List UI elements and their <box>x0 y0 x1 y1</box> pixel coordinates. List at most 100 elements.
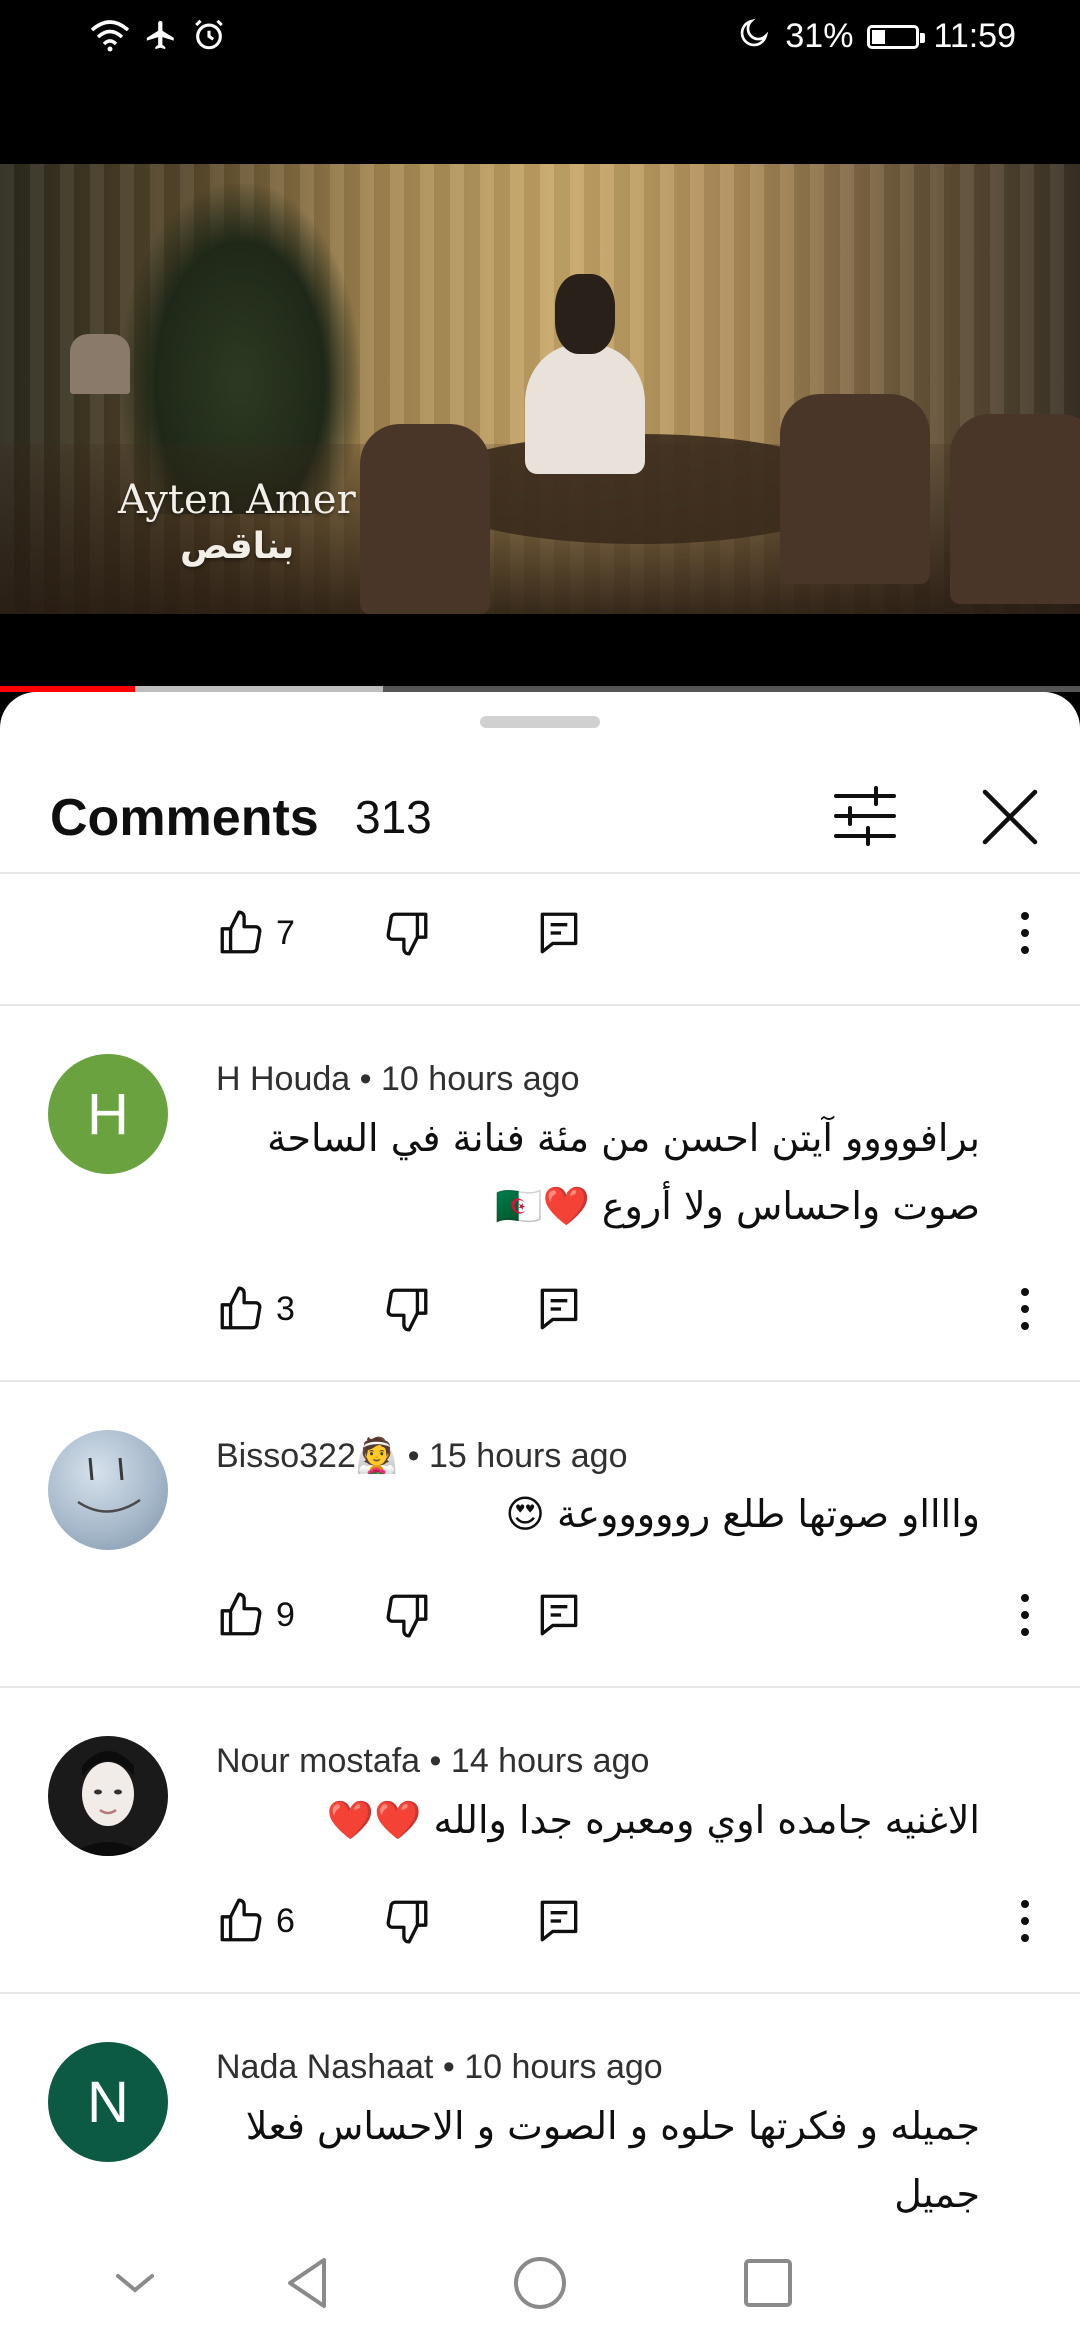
divider <box>0 872 1080 874</box>
recents-button[interactable] <box>733 2248 803 2318</box>
separator-dot: • <box>442 2048 455 2086</box>
reply-button[interactable] <box>534 1284 584 1334</box>
back-icon <box>288 2258 326 2308</box>
more-vertical-icon <box>1021 1594 1029 1636</box>
more-options-button[interactable] <box>1005 1894 1045 1948</box>
moon-icon <box>739 16 771 57</box>
comment-time: 10 hours ago <box>464 2048 663 2086</box>
video-overlay-title: Ayten Amer <box>118 477 356 523</box>
video-player[interactable]: Ayten Amer بناقص <box>0 86 1080 692</box>
separator-dot: • <box>429 1742 442 1780</box>
reply-button[interactable] <box>534 908 584 958</box>
comment-item: N Nada Nashaat • 10 hours ago جميله و فك… <box>0 2042 1080 2284</box>
comment-meta: Nada Nashaat • 10 hours ago <box>216 2048 663 2087</box>
thumbs-down-icon <box>386 912 428 956</box>
reply-icon <box>540 912 578 954</box>
like-button[interactable] <box>216 908 266 958</box>
comments-title: Comments <box>50 789 319 847</box>
avatar[interactable]: N <box>48 2042 168 2162</box>
video-overlay-subtitle: بناقص <box>180 526 295 567</box>
collapse-button[interactable] <box>100 2248 170 2318</box>
comment-time: 14 hours ago <box>450 1742 650 1780</box>
close-icon <box>982 789 1038 845</box>
divider <box>0 1380 1080 1382</box>
comment-text-line: برافوووو آيتن احسن من مئة فنانة في الساح… <box>267 1116 980 1160</box>
reply-icon <box>540 1900 578 1942</box>
comment-time: 10 hours ago <box>381 1060 580 1098</box>
like-button[interactable] <box>216 1896 266 1946</box>
more-options-button[interactable] <box>1005 1282 1045 1336</box>
comment-meta: Nour mostafa • 14 hours ago <box>216 1742 649 1781</box>
thumbs-up-icon <box>220 1898 262 1942</box>
divider <box>0 1686 1080 1688</box>
more-vertical-icon <box>1021 1288 1029 1330</box>
comment-author[interactable]: Nada Nashaat <box>216 2048 433 2086</box>
reply-button[interactable] <box>534 1896 584 1946</box>
smiley-face-icon <box>77 1457 141 1513</box>
thumbs-up-icon <box>220 1592 262 1636</box>
thumbs-down-icon <box>386 1594 428 1638</box>
thumbs-up-icon <box>220 910 262 954</box>
filter-button[interactable] <box>830 782 900 852</box>
comments-header: Comments 313 <box>0 752 1080 872</box>
more-vertical-icon <box>1021 912 1029 954</box>
comment-actions: 3 <box>0 1274 1080 1344</box>
avatar[interactable] <box>48 1430 168 1550</box>
airplane-icon <box>144 18 178 57</box>
comments-count: 313 <box>355 791 432 843</box>
video-frame[interactable]: Ayten Amer بناقص <box>0 164 1080 614</box>
thumbs-down-icon <box>386 1288 428 1332</box>
home-icon <box>514 2257 566 2309</box>
dislike-button[interactable] <box>382 908 432 958</box>
drag-handle[interactable] <box>480 716 600 728</box>
like-count: 3 <box>276 1290 295 1328</box>
comment-author[interactable]: Nour mostafa <box>216 1742 420 1780</box>
wifi-icon <box>90 18 130 57</box>
comment-text: الاغنيه جامده اوي ومعبره جدا والله ❤️❤️ <box>216 1786 980 1854</box>
profile-photo-icon <box>68 1751 148 1856</box>
like-count: 7 <box>276 914 295 952</box>
alarm-icon <box>192 18 226 57</box>
comment-time: 15 hours ago <box>429 1437 628 1475</box>
comment-meta: Bisso322👰 • 15 hours ago <box>216 1436 628 1476</box>
comment-text: وااااو صوتها طلع روووووعة 😍 <box>216 1480 980 1548</box>
comment-actions: 6 <box>0 1886 1080 1956</box>
separator-dot: • <box>407 1437 420 1475</box>
status-bar: 31% 11:59 <box>0 0 1080 86</box>
divider <box>0 1004 1080 1006</box>
comment-author[interactable]: H Houda <box>216 1060 350 1098</box>
comment-text-line: صوت واحساس ولا أروع ❤️🇩🇿 <box>495 1184 980 1228</box>
like-button[interactable] <box>216 1590 266 1640</box>
dislike-button[interactable] <box>382 1896 432 1946</box>
comment-text-line: جميله و فكرتها حلوه و الصوت و الاحساس فع… <box>245 2104 980 2216</box>
reply-button[interactable] <box>534 1590 584 1640</box>
like-button[interactable] <box>216 1284 266 1334</box>
more-vertical-icon <box>1021 1900 1029 1942</box>
more-options-button[interactable] <box>1005 1588 1045 1642</box>
thumbs-up-icon <box>220 1286 262 1330</box>
reply-icon <box>540 1594 578 1636</box>
comments-sheet: Comments 313 7 H H Houda • 10 hours ago … <box>0 692 1080 2340</box>
separator-dot: • <box>359 1060 372 1098</box>
home-button[interactable] <box>505 2248 575 2318</box>
avatar[interactable] <box>48 1736 168 1856</box>
navigation-bar <box>0 2220 1080 2340</box>
more-options-button[interactable] <box>1005 906 1045 960</box>
collapse-icon <box>116 2274 154 2293</box>
recents-icon <box>744 2259 792 2307</box>
comment-actions: 7 <box>0 898 1080 968</box>
comment-author[interactable]: Bisso322👰 <box>216 1437 398 1475</box>
back-button[interactable] <box>274 2248 344 2318</box>
comment-text-line: وااااو صوتها طلع روووووعة 😍 <box>505 1492 980 1536</box>
close-button[interactable] <box>975 782 1045 852</box>
comment-text-line: الاغنيه جامده اوي ومعبره جدا والله ❤️❤️ <box>326 1798 980 1842</box>
battery-icon <box>867 24 926 49</box>
like-count: 9 <box>276 1596 295 1634</box>
reply-icon <box>540 1288 578 1330</box>
filter-icon <box>834 786 896 846</box>
thumbs-down-icon <box>386 1900 428 1944</box>
avatar[interactable]: H <box>48 1054 168 1174</box>
clock: 11:59 <box>933 17 1016 55</box>
dislike-button[interactable] <box>382 1590 432 1640</box>
dislike-button[interactable] <box>382 1284 432 1334</box>
